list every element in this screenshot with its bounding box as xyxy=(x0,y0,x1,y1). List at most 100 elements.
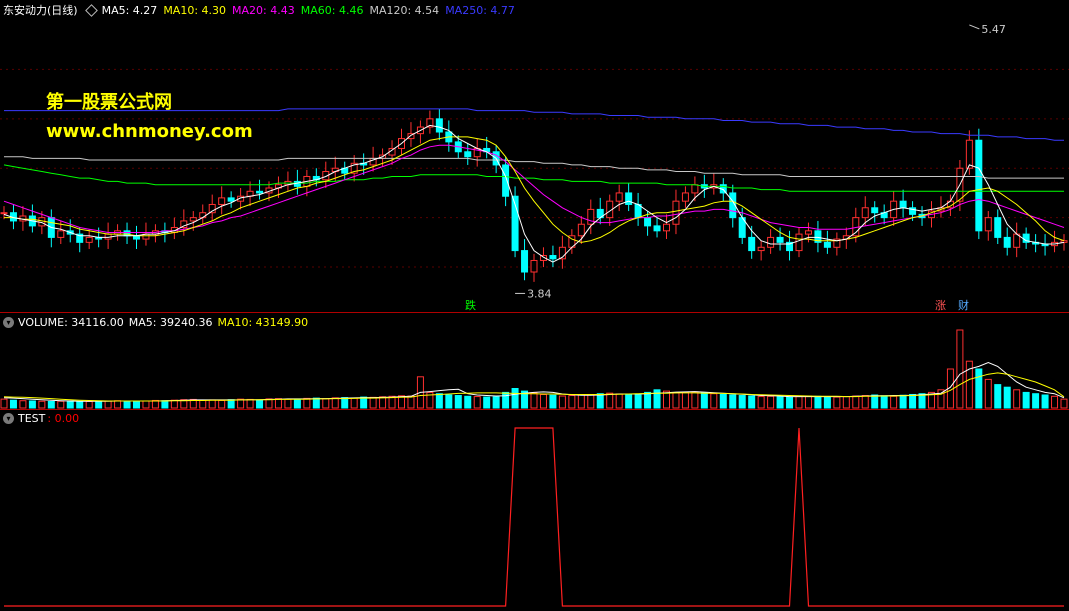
volume-bar-84 xyxy=(795,396,803,409)
test-line xyxy=(4,427,1064,607)
volume-bar-2 xyxy=(19,400,27,409)
settings-diamond-icon[interactable] xyxy=(84,3,98,17)
volume-bar-103 xyxy=(975,368,983,409)
ma-label-1: MA10: 4.30 xyxy=(163,3,227,17)
candle-body-112 xyxy=(1060,240,1068,243)
high-pointer xyxy=(969,24,980,30)
volume-bar-59 xyxy=(558,395,566,409)
volume-bar-62 xyxy=(587,393,595,409)
candle-body-79 xyxy=(748,236,756,252)
volume-bar-21 xyxy=(199,399,207,409)
volume-bar-33 xyxy=(312,397,320,409)
candle-body-103 xyxy=(975,139,983,232)
candle-body-72 xyxy=(681,192,689,202)
volume-bar-108 xyxy=(1022,391,1030,409)
candle-body-71 xyxy=(672,200,680,225)
volume-bar-79 xyxy=(748,395,756,409)
candle-body-91 xyxy=(861,207,869,219)
volume-bar-7 xyxy=(66,400,74,409)
candle-body-84 xyxy=(795,233,803,252)
candle-body-68 xyxy=(644,217,652,227)
test-value: : 0.00 xyxy=(47,411,80,425)
volume-bar-52 xyxy=(492,396,500,409)
price-line-ma10 xyxy=(4,136,1065,243)
volume-bar-31 xyxy=(293,398,301,409)
price-line-ma5 xyxy=(3,124,1065,263)
volume-bar-96 xyxy=(909,393,917,409)
volume-bar-82 xyxy=(776,396,784,409)
candle-body-9 xyxy=(85,236,93,243)
candle-body-80 xyxy=(757,246,765,252)
candle-body-55 xyxy=(521,250,529,273)
candle-body-56 xyxy=(530,259,538,273)
volume-bar-24 xyxy=(227,399,235,409)
volume-bar-25 xyxy=(237,398,245,409)
volume-bar-9 xyxy=(85,401,93,409)
price-header: 东安动力(日线) MA5: 4.27 MA10: 4.30 MA20: 4.43 MA… xyxy=(0,2,520,18)
volume-bar-53 xyxy=(502,391,510,409)
ma-label-2: MA20: 4.43 xyxy=(232,3,295,17)
volume-bar-8 xyxy=(76,401,84,409)
ma-label-4: MA120: 4.54 xyxy=(369,3,440,17)
candle-body-13 xyxy=(123,230,131,237)
volume-bar-92 xyxy=(871,394,879,409)
volume-bar-87 xyxy=(823,396,831,409)
tag-cai: 财 xyxy=(958,299,969,312)
volume-bar-67 xyxy=(634,394,642,409)
candle-body-73 xyxy=(691,184,699,194)
volume-bar-40 xyxy=(379,396,387,409)
candle-body-65 xyxy=(615,192,623,202)
volume-bar-47 xyxy=(445,394,453,409)
volume-bar-22 xyxy=(208,399,216,409)
volume-bar-107 xyxy=(1013,389,1021,409)
volume-bar-95 xyxy=(899,394,907,409)
stock-name: 东安动力(日线) xyxy=(3,4,78,17)
volume-bar-65 xyxy=(615,393,623,409)
candle-body-92 xyxy=(871,207,879,214)
volume-bar-38 xyxy=(360,396,368,409)
candle-body-24 xyxy=(227,197,235,202)
volume-bar-6 xyxy=(57,400,65,409)
candle-body-58 xyxy=(549,255,557,260)
test-menu-icon[interactable]: ▾ xyxy=(3,412,14,424)
volume-bar-17 xyxy=(161,400,169,409)
volume-bar-34 xyxy=(322,398,330,409)
candle-body-105 xyxy=(994,217,1002,238)
volume-bar-51 xyxy=(483,396,491,409)
candle-body-62 xyxy=(587,208,595,225)
volume-bar-29 xyxy=(274,398,282,409)
volume-bar-56 xyxy=(530,392,538,409)
volume-bar-1 xyxy=(9,399,17,409)
volume-title: VOLUME: 34116.00 xyxy=(18,315,124,329)
volume-bar-106 xyxy=(1003,386,1011,409)
candle-body-70 xyxy=(663,223,670,232)
volume-bar-12 xyxy=(114,400,122,409)
volume-bar-73 xyxy=(691,391,699,409)
volume-bar-78 xyxy=(738,395,746,409)
volume-bar-13 xyxy=(123,400,131,409)
candle-body-95 xyxy=(899,200,907,209)
volume-menu-icon[interactable]: ▾ xyxy=(3,316,14,328)
volume-bar-111 xyxy=(1051,395,1059,409)
candle-body-87 xyxy=(823,241,831,248)
volume-bar-26 xyxy=(246,398,254,409)
tag-up: 涨 xyxy=(935,299,946,312)
volume-bar-10 xyxy=(95,400,103,409)
candle-body-69 xyxy=(653,225,661,232)
candle-body-81 xyxy=(767,236,775,248)
volume-bar-15 xyxy=(142,400,150,409)
volume-bar-109 xyxy=(1032,393,1040,409)
volume-bar-18 xyxy=(170,399,178,409)
candle-body-53 xyxy=(502,164,510,197)
watermark-cn: 第一股票公式网 xyxy=(46,92,172,113)
watermark-url: www.chnmoney.com xyxy=(46,121,253,142)
volume-bar-11 xyxy=(104,400,112,409)
volume-bar-69 xyxy=(653,389,661,409)
ma-label-5: MA250: 4.77 xyxy=(445,3,515,17)
volume-bar-90 xyxy=(852,395,860,409)
candle-body-46 xyxy=(435,118,443,133)
test-title: TEST xyxy=(18,411,46,425)
candle-body-49 xyxy=(464,151,472,158)
volume-bar-97 xyxy=(918,393,926,409)
volume-bar-36 xyxy=(341,397,349,409)
